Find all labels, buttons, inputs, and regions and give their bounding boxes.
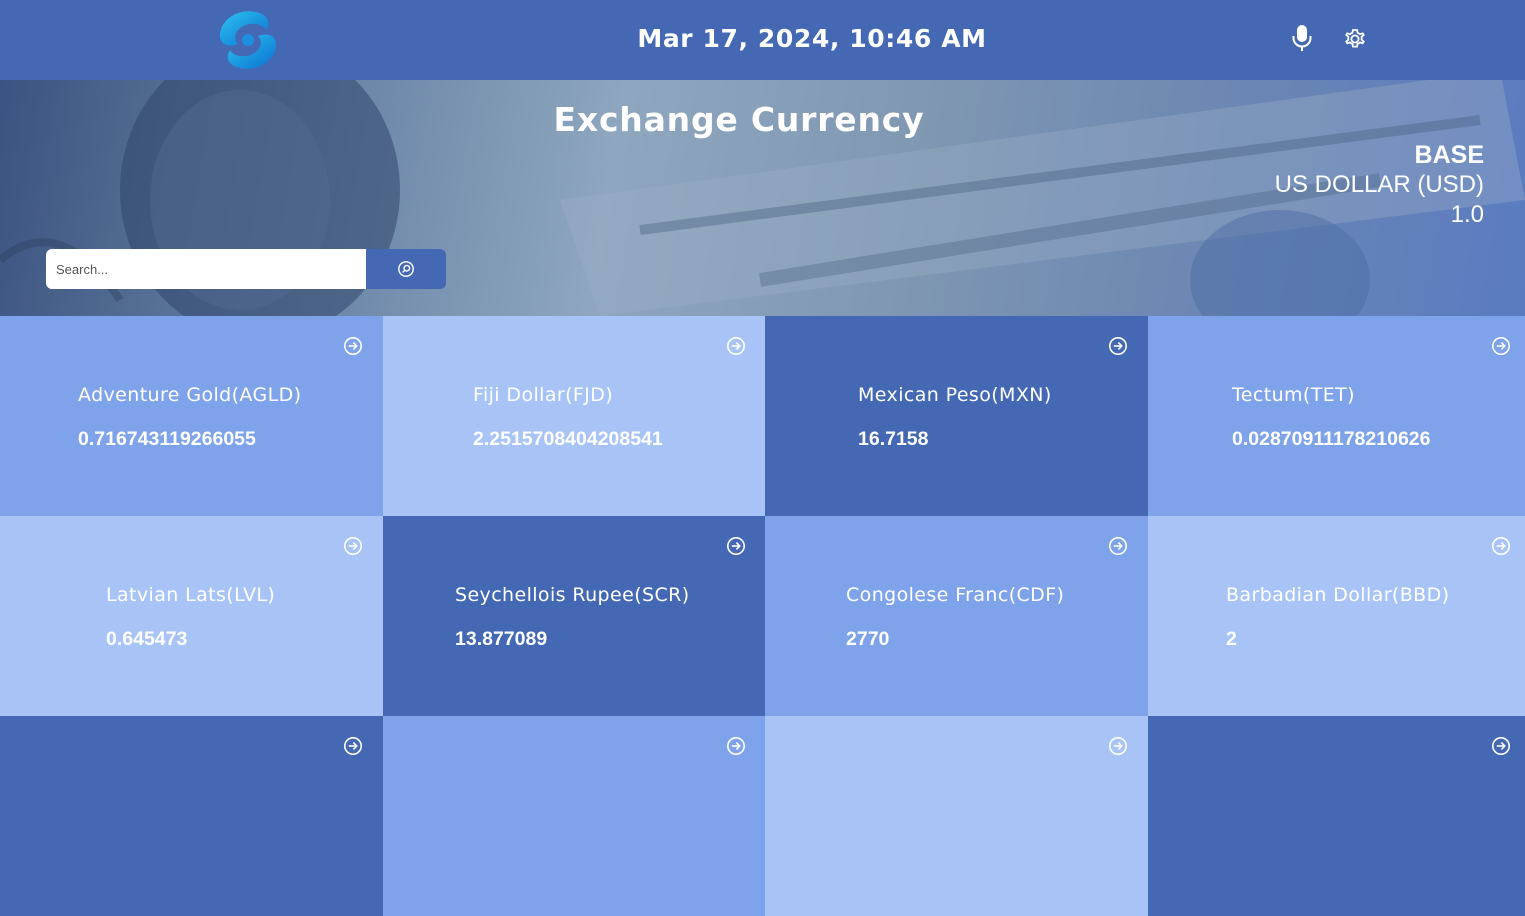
currency-name: Seychellois Rupee(SCR) (455, 584, 690, 606)
arrow-circle-right-icon[interactable] (343, 736, 363, 756)
currency-rate: 13.877089 (455, 628, 548, 650)
currency-rate: 0.02870911178210626 (1232, 428, 1431, 450)
currency-card[interactable] (383, 716, 765, 916)
currency-card[interactable]: Fiji Dollar(FJD) 2.2515708404208541 (383, 316, 765, 516)
hero-banner: Exchange Currency BASE US DOLLAR (USD) 1… (0, 80, 1525, 316)
top-bar: Mar 17, 2024, 10:46 AM (0, 0, 1525, 80)
base-currency-value: 1.0 (1450, 201, 1484, 228)
arrow-circle-right-icon[interactable] (343, 536, 363, 556)
base-label: BASE (1414, 141, 1484, 169)
base-currency-panel: BASE US DOLLAR (USD) 1.0 (1275, 140, 1484, 230)
currency-name: Barbadian Dollar(BBD) (1226, 584, 1450, 606)
arrow-circle-right-icon[interactable] (726, 536, 746, 556)
currency-rate: 2770 (846, 628, 890, 650)
arrow-circle-right-icon[interactable] (726, 736, 746, 756)
currency-name: Fiji Dollar(FJD) (473, 384, 614, 406)
currency-card[interactable]: Tectum(TET) 0.02870911178210626 (1148, 316, 1525, 516)
currency-name: Congolese Franc(CDF) (846, 584, 1065, 606)
currency-card[interactable]: Latvian Lats(LVL) 0.645473 (0, 516, 383, 716)
currency-card[interactable]: Congolese Franc(CDF) 2770 (765, 516, 1148, 716)
gear-icon[interactable] (1342, 26, 1368, 52)
currency-card[interactable] (765, 716, 1148, 916)
search-bar (46, 249, 446, 289)
search-button[interactable] (366, 249, 446, 289)
page-title: Exchange Currency (553, 100, 925, 139)
arrow-circle-right-icon[interactable] (1108, 336, 1128, 356)
search-input[interactable] (46, 249, 366, 289)
arrow-circle-right-icon[interactable] (1108, 536, 1128, 556)
currency-rate: 16.7158 (858, 428, 929, 450)
currency-card[interactable]: Seychellois Rupee(SCR) 13.877089 (383, 516, 765, 716)
arrow-circle-right-icon[interactable] (1491, 536, 1511, 556)
arrow-circle-right-icon[interactable] (1108, 736, 1128, 756)
search-icon (398, 261, 414, 277)
currency-name: Mexican Peso(MXN) (858, 384, 1052, 406)
arrow-circle-right-icon[interactable] (343, 336, 363, 356)
currency-card[interactable] (0, 716, 383, 916)
currency-name: Adventure Gold(AGLD) (78, 384, 302, 406)
currency-name: Latvian Lats(LVL) (106, 584, 276, 606)
currency-rate: 2 (1226, 628, 1237, 650)
currency-card[interactable]: Adventure Gold(AGLD) 0.716743119266055 (0, 316, 383, 516)
arrow-circle-right-icon[interactable] (1491, 736, 1511, 756)
arrow-circle-right-icon[interactable] (726, 336, 746, 356)
arrow-circle-right-icon[interactable] (1491, 336, 1511, 356)
base-currency-name: US DOLLAR (USD) (1274, 171, 1484, 198)
currency-name: Tectum(TET) (1232, 384, 1355, 406)
currency-rate: 0.716743119266055 (78, 428, 256, 450)
currency-card[interactable] (1148, 716, 1525, 916)
currency-rate: 2.2515708404208541 (473, 428, 663, 450)
currency-card[interactable]: Mexican Peso(MXN) 16.7158 (765, 316, 1148, 516)
microphone-icon[interactable] (1290, 24, 1314, 52)
currency-card[interactable]: Barbadian Dollar(BBD) 2 (1148, 516, 1525, 716)
currency-rate: 0.645473 (106, 628, 188, 650)
